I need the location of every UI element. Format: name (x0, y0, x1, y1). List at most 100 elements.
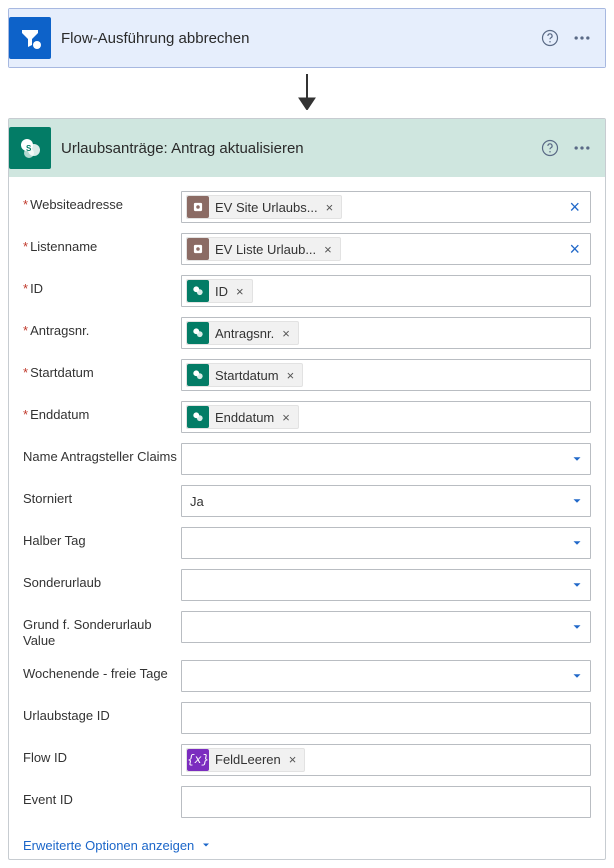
field-row-flowid: Flow ID {x} FeldLeeren × (23, 744, 591, 776)
chevron-down-icon (570, 620, 584, 634)
site-input[interactable]: EV Site Urlaubs... × × (181, 191, 591, 223)
sharepoint-update-card: S Urlaubsanträge: Antrag aktualisieren *… (8, 118, 606, 860)
field-row-urlaubstage: Urlaubstage ID (23, 702, 591, 734)
remove-token-icon[interactable]: × (280, 410, 292, 425)
cancel-flow-header: Flow-Ausführung abbrechen (9, 9, 605, 67)
chevron-down-icon (570, 669, 584, 683)
sharepoint-token-icon (187, 406, 209, 428)
site-token[interactable]: EV Site Urlaubs... × (186, 195, 342, 219)
field-row-halbtag: Halber Tag (23, 527, 591, 559)
field-label-storniert: Storniert (23, 485, 181, 507)
sharepoint-token-icon (187, 280, 209, 302)
field-label-urlaubstage: Urlaubstage ID (23, 702, 181, 724)
cancel-flow-card: Flow-Ausführung abbrechen (8, 8, 606, 68)
sharepoint-token-icon (187, 322, 209, 344)
field-row-start: *Startdatum Startdatum × (23, 359, 591, 391)
start-input[interactable]: Startdatum × (181, 359, 591, 391)
help-icon[interactable] (537, 135, 563, 161)
field-row-id: *ID ID × (23, 275, 591, 307)
claims-select[interactable] (181, 443, 591, 475)
clear-field-icon[interactable]: × (563, 240, 586, 258)
flowid-token-text: FeldLeeren (215, 752, 281, 767)
field-label-start: *Startdatum (23, 359, 181, 381)
more-icon[interactable] (569, 135, 595, 161)
field-row-eventid: Event ID (23, 786, 591, 818)
chevron-down-icon (570, 494, 584, 508)
sondergrund-select[interactable] (181, 611, 591, 643)
remove-token-icon[interactable]: × (287, 752, 299, 767)
variable-icon (187, 238, 209, 260)
storniert-select[interactable]: Ja (181, 485, 591, 517)
site-token-text: EV Site Urlaubs... (215, 200, 318, 215)
field-label-halbtag: Halber Tag (23, 527, 181, 549)
remove-token-icon[interactable]: × (285, 368, 297, 383)
field-label-wochenende: Wochenende - freie Tage (23, 660, 181, 682)
field-row-sondergrund: Grund f. Sonderurlaub Value (23, 611, 591, 650)
sharepoint-header: S Urlaubsanträge: Antrag aktualisieren (9, 119, 605, 177)
field-label-sondergrund: Grund f. Sonderurlaub Value (23, 611, 181, 650)
field-label-reqno: *Antragsnr. (23, 317, 181, 339)
remove-token-icon[interactable]: × (234, 284, 246, 299)
sharepoint-body: *Websiteadresse EV Site Urlaubs... × × *… (9, 177, 605, 859)
field-row-sonder: Sonderurlaub (23, 569, 591, 601)
list-input[interactable]: EV Liste Urlaub... × × (181, 233, 591, 265)
halbtag-select[interactable] (181, 527, 591, 559)
eventid-input[interactable] (181, 786, 591, 818)
id-token[interactable]: ID × (186, 279, 253, 303)
field-row-site: *Websiteadresse EV Site Urlaubs... × × (23, 191, 591, 223)
start-token-text: Startdatum (215, 368, 279, 383)
field-label-eventid: Event ID (23, 786, 181, 808)
end-input[interactable]: Enddatum × (181, 401, 591, 433)
variable-icon (187, 196, 209, 218)
field-label-site: *Websiteadresse (23, 191, 181, 213)
storniert-value: Ja (190, 494, 570, 509)
id-token-text: ID (215, 284, 228, 299)
field-label-list: *Listenname (23, 233, 181, 255)
chevron-down-icon (570, 536, 584, 550)
end-token-text: Enddatum (215, 410, 274, 425)
sharepoint-icon: S (9, 127, 51, 169)
remove-token-icon[interactable]: × (280, 326, 292, 341)
connector-arrow (8, 68, 606, 118)
remove-token-icon[interactable]: × (322, 242, 334, 257)
sharepoint-actions (537, 135, 595, 161)
expression-icon: {x} (187, 749, 209, 771)
field-row-wochenende: Wochenende - freie Tage (23, 660, 591, 692)
reqno-token-text: Antragsnr. (215, 326, 274, 341)
field-label-sonder: Sonderurlaub (23, 569, 181, 591)
chevron-down-icon (570, 578, 584, 592)
field-row-list: *Listenname EV Liste Urlaub... × × (23, 233, 591, 265)
start-token[interactable]: Startdatum × (186, 363, 303, 387)
sharepoint-token-icon (187, 364, 209, 386)
end-token[interactable]: Enddatum × (186, 405, 299, 429)
reqno-input[interactable]: Antragsnr. × (181, 317, 591, 349)
advanced-options-toggle[interactable]: Erweiterte Optionen anzeigen (23, 838, 212, 853)
svg-text:S: S (26, 144, 32, 153)
list-token-text: EV Liste Urlaub... (215, 242, 316, 257)
list-token[interactable]: EV Liste Urlaub... × (186, 237, 341, 261)
field-row-claims: Name Antragsteller Claims (23, 443, 591, 475)
field-label-claims: Name Antragsteller Claims (23, 443, 181, 465)
cancel-flow-actions (537, 25, 595, 51)
field-row-end: *Enddatum Enddatum × (23, 401, 591, 433)
more-icon[interactable] (569, 25, 595, 51)
field-label-end: *Enddatum (23, 401, 181, 423)
cancel-flow-icon (9, 17, 51, 59)
sharepoint-title: Urlaubsanträge: Antrag aktualisieren (61, 140, 527, 157)
chevron-down-icon (200, 839, 212, 851)
id-input[interactable]: ID × (181, 275, 591, 307)
urlaubstage-input[interactable] (181, 702, 591, 734)
field-label-flowid: Flow ID (23, 744, 181, 766)
advanced-options-label: Erweiterte Optionen anzeigen (23, 838, 194, 853)
clear-field-icon[interactable]: × (563, 198, 586, 216)
sonder-select[interactable] (181, 569, 591, 601)
flowid-input[interactable]: {x} FeldLeeren × (181, 744, 591, 776)
field-row-reqno: *Antragsnr. Antragsnr. × (23, 317, 591, 349)
field-label-id: *ID (23, 275, 181, 297)
help-icon[interactable] (537, 25, 563, 51)
reqno-token[interactable]: Antragsnr. × (186, 321, 299, 345)
wochenende-select[interactable] (181, 660, 591, 692)
remove-token-icon[interactable]: × (324, 200, 336, 215)
flowid-token[interactable]: {x} FeldLeeren × (186, 748, 305, 772)
field-row-storniert: Storniert Ja (23, 485, 591, 517)
